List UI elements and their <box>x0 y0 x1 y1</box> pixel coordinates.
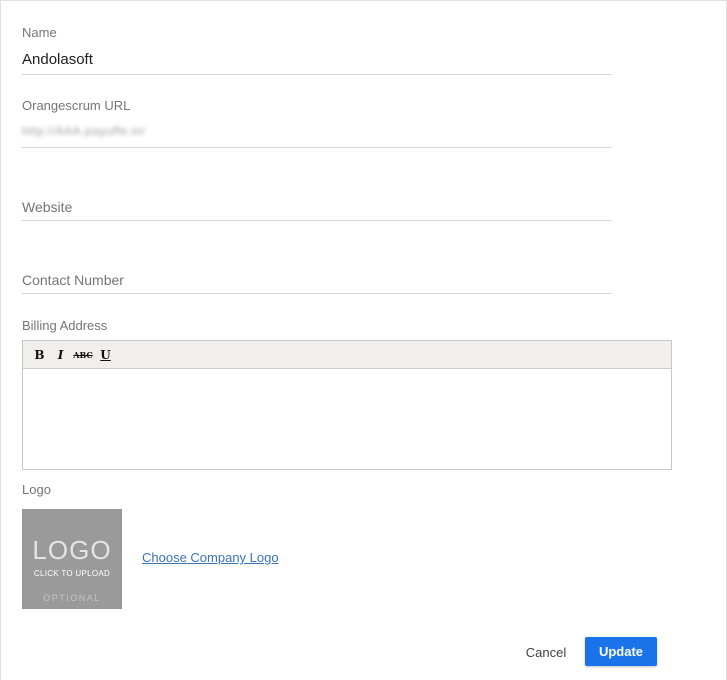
logo-placeholder-note: OPTIONAL <box>43 593 101 603</box>
strikethrough-icon[interactable]: ABC <box>73 346 93 363</box>
update-button[interactable]: Update <box>585 637 657 666</box>
logo-placeholder-title: LOGO <box>32 535 112 565</box>
billing-address-label: Billing Address <box>22 318 108 333</box>
italic-icon[interactable]: I <box>52 346 69 363</box>
website-input[interactable] <box>22 196 612 218</box>
orangescrum-url-field: Orangescrum URL http://AAA.payuffe.in/ <box>22 96 612 148</box>
cancel-button[interactable]: Cancel <box>517 638 575 666</box>
billing-address-editor: B I ABC U <box>22 340 672 470</box>
bold-icon[interactable]: B <box>31 346 48 363</box>
choose-company-logo-link[interactable]: Choose Company Logo <box>142 550 279 565</box>
name-field: Name <box>22 23 612 75</box>
name-input[interactable] <box>22 48 612 70</box>
billing-address-textarea[interactable] <box>23 369 671 469</box>
orangescrum-url-value: http://AAA.payuffe.in/ <box>22 124 146 138</box>
underline-icon[interactable]: U <box>97 346 114 363</box>
name-label: Name <box>22 25 57 40</box>
company-settings-form: Name Orangescrum URL http://AAA.payuffe.… <box>0 0 727 680</box>
editor-toolbar: B I ABC U <box>23 341 671 369</box>
orangescrum-url-label: Orangescrum URL <box>22 98 131 113</box>
logo-upload-placeholder[interactable]: LOGO CLICK TO UPLOAD OPTIONAL <box>22 509 122 609</box>
logo-placeholder-subtitle: CLICK TO UPLOAD <box>33 569 111 578</box>
logo-label: Logo <box>22 482 51 497</box>
contact-number-input[interactable] <box>22 269 612 291</box>
contact-number-field <box>22 242 612 294</box>
website-field <box>22 169 612 221</box>
